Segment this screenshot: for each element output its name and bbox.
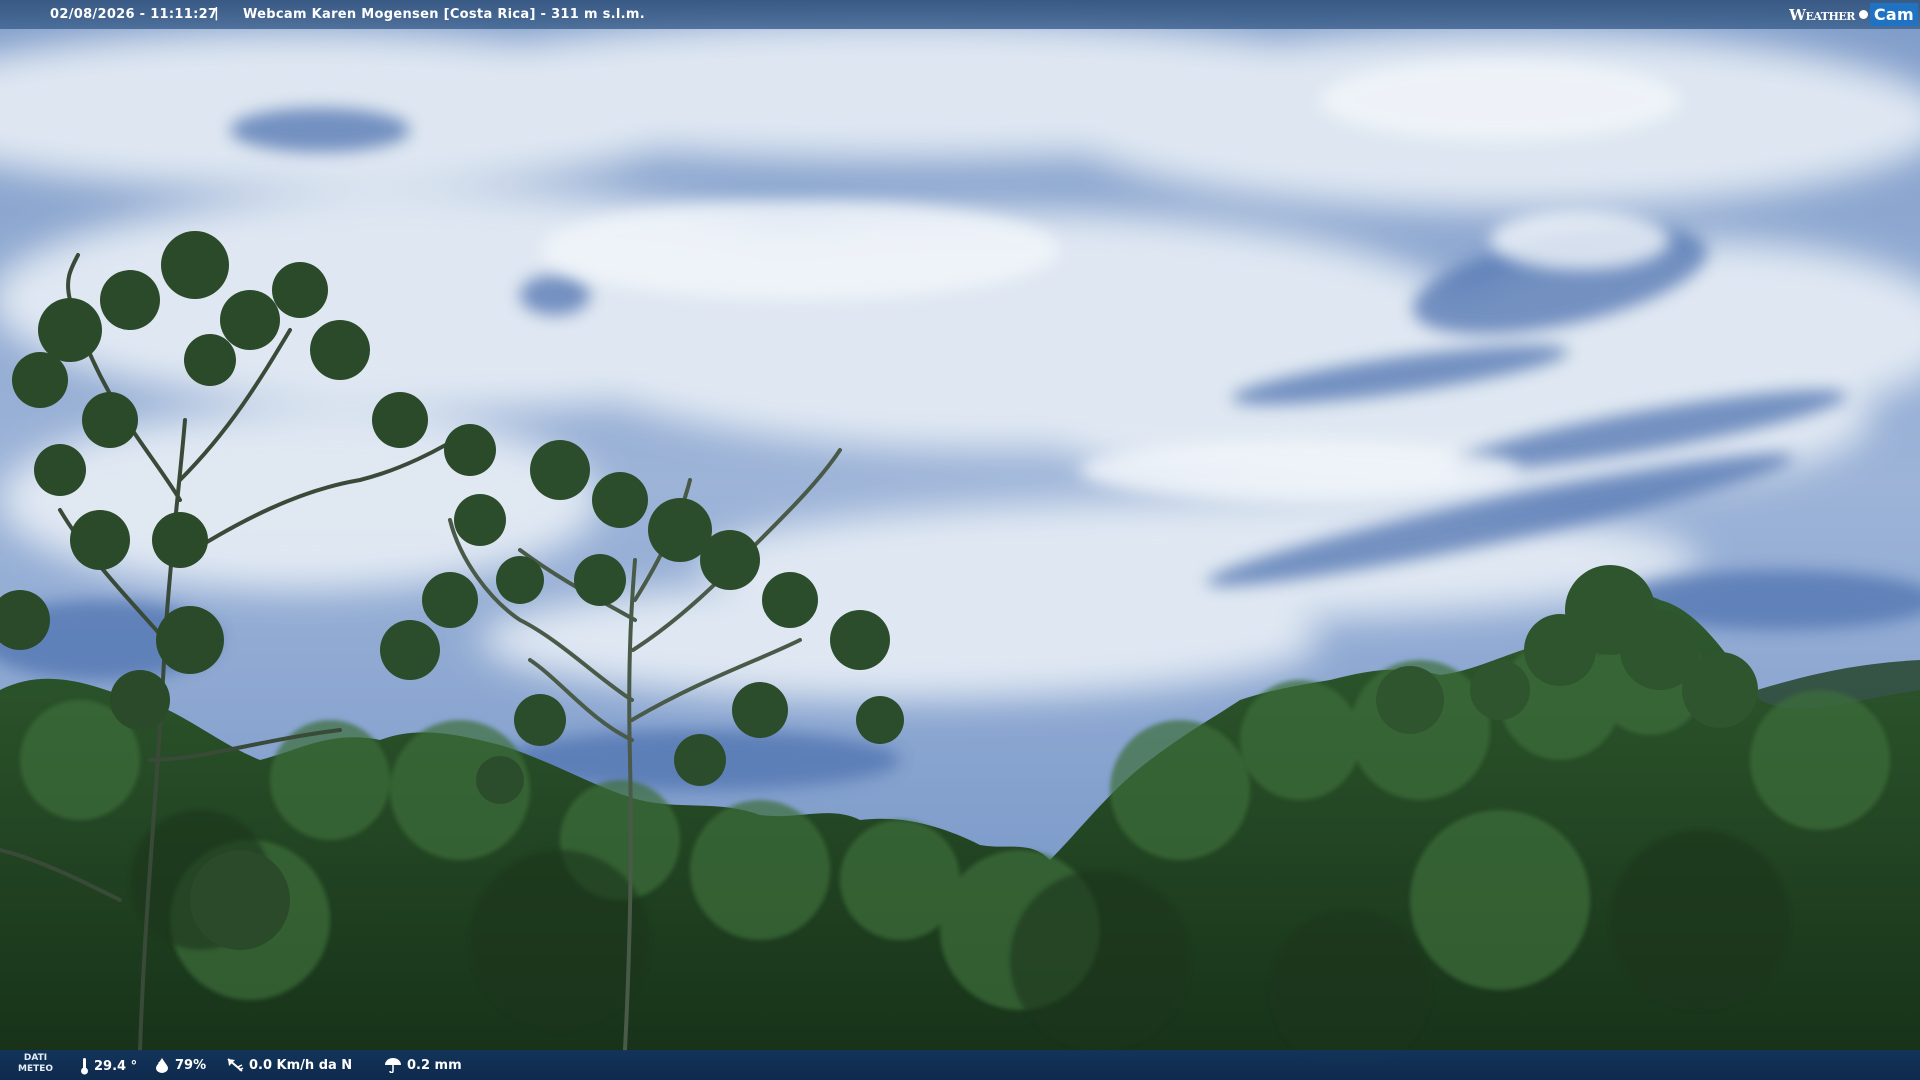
- wind-value: 0.0 Km/h da N: [249, 1057, 353, 1073]
- humidity-drop-icon: [154, 1057, 170, 1073]
- temperature-reading: 29.4 °: [80, 1057, 137, 1075]
- webcam-image: [0, 0, 1920, 1080]
- datetime-text: 02/08/2026 - 11:11:27: [50, 7, 218, 22]
- rain-value: 0.2 mm: [407, 1057, 462, 1073]
- top-info-bar: 02/08/2026 - 11:11:27 | Webcam Karen Mog…: [0, 0, 1920, 29]
- weathercam-logo[interactable]: Weather Cam: [1785, 2, 1918, 27]
- dati-label: DATI: [23, 1053, 48, 1063]
- weather-data-bar: DATI METEO 29.4 ° 79% 0.0 Km/h da N 0.2 …: [0, 1050, 1920, 1080]
- logo-cam-text: Cam: [1869, 3, 1918, 26]
- wind-reading: 0.0 Km/h da N: [226, 1057, 352, 1073]
- dati-meteo-label[interactable]: DATI METEO: [18, 1053, 53, 1075]
- logo-dot-icon: [1858, 10, 1868, 19]
- webcam-title: Webcam Karen Mogensen [Costa Rica] - 311…: [243, 7, 645, 22]
- separator: |: [214, 6, 220, 21]
- logo-weather-text: Weather: [1789, 5, 1855, 24]
- rain-reading: 0.2 mm: [384, 1057, 462, 1073]
- rain-icon: [384, 1057, 402, 1073]
- wind-direction-icon: [226, 1057, 244, 1073]
- thermometer-icon: [80, 1057, 89, 1075]
- humidity-reading: 79%: [154, 1057, 206, 1073]
- temperature-value: 29.4 °: [94, 1058, 138, 1074]
- humidity-value: 79%: [175, 1057, 207, 1073]
- meteo-label: METEO: [18, 1064, 54, 1074]
